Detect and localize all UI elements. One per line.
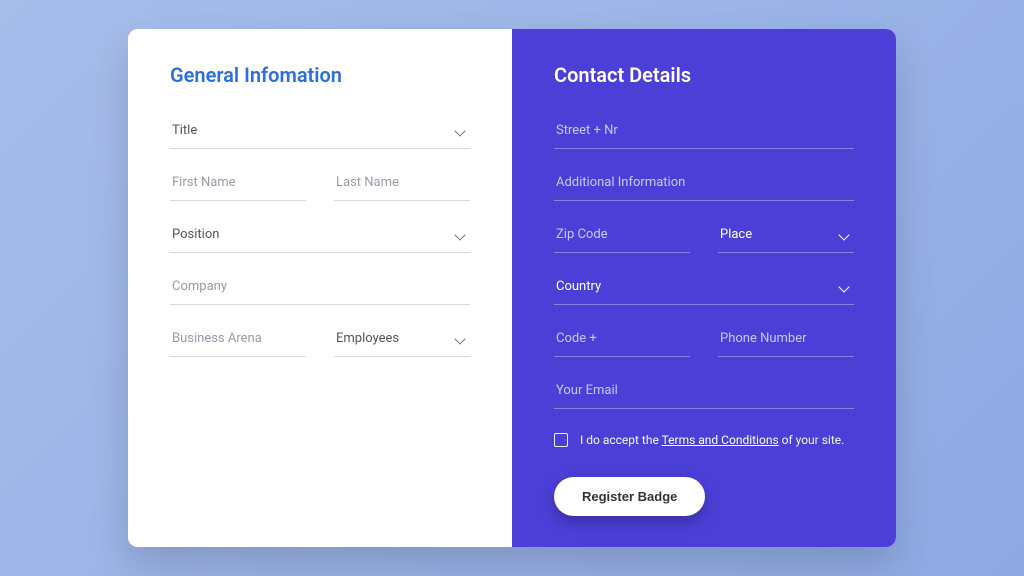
terms-text: I do accept the Terms and Conditions of … <box>580 433 844 447</box>
register-badge-button[interactable]: Register Badge <box>554 477 705 516</box>
country-select[interactable]: Country <box>554 269 854 305</box>
contact-details-heading: Contact Details <box>554 63 854 87</box>
employees-select[interactable]: Employees <box>334 321 470 357</box>
last-name-field[interactable] <box>334 165 470 201</box>
registration-card: General Infomation Title Position <box>128 29 896 547</box>
chevron-down-icon <box>838 229 849 240</box>
zip-code-field[interactable] <box>554 217 690 253</box>
chevron-down-icon <box>838 281 849 292</box>
position-select[interactable]: Position <box>170 217 470 253</box>
position-select-label: Position <box>172 227 456 242</box>
place-select[interactable]: Place <box>718 217 854 253</box>
contact-details-panel: Contact Details Place Country <box>512 29 896 547</box>
terms-checkbox[interactable] <box>554 433 568 447</box>
additional-info-field[interactable] <box>554 165 854 201</box>
terms-post: of your site. <box>779 433 845 447</box>
place-select-label: Place <box>720 227 840 242</box>
first-name-field[interactable] <box>170 165 306 201</box>
employees-select-label: Employees <box>336 331 456 346</box>
terms-pre: I do accept the <box>580 433 662 447</box>
chevron-down-icon <box>454 333 465 344</box>
phone-number-field[interactable] <box>718 321 854 357</box>
terms-row: I do accept the Terms and Conditions of … <box>554 433 854 447</box>
title-select[interactable]: Title <box>170 113 470 149</box>
email-field[interactable] <box>554 373 854 409</box>
general-information-panel: General Infomation Title Position <box>128 29 512 547</box>
street-field[interactable] <box>554 113 854 149</box>
title-select-label: Title <box>172 123 456 138</box>
country-select-label: Country <box>556 279 840 294</box>
terms-link[interactable]: Terms and Conditions <box>662 433 779 447</box>
chevron-down-icon <box>454 125 465 136</box>
company-field[interactable] <box>170 269 470 305</box>
chevron-down-icon <box>454 229 465 240</box>
phone-code-field[interactable] <box>554 321 690 357</box>
business-arena-field[interactable] <box>170 321 306 357</box>
general-information-heading: General Infomation <box>170 63 470 87</box>
